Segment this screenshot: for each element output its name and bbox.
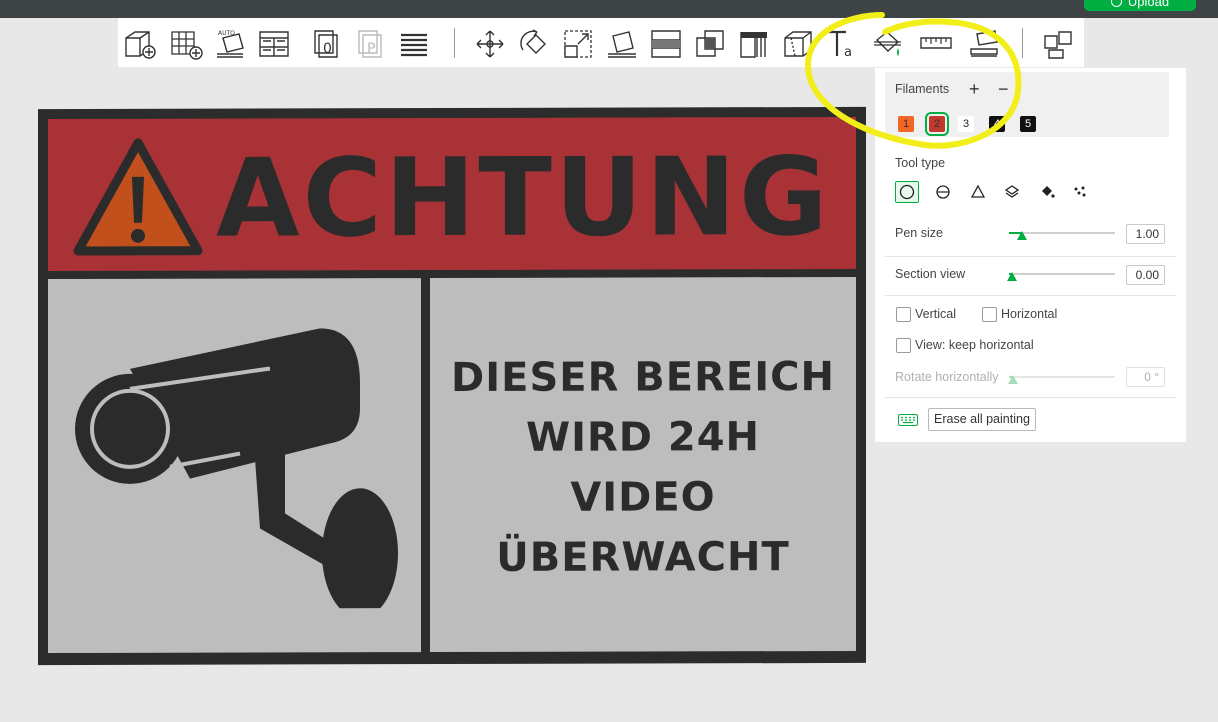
rotate-icon[interactable] (516, 27, 552, 61)
section-view-input[interactable]: 0.00 (1126, 265, 1165, 285)
arrange-icon[interactable] (256, 27, 292, 61)
section-view-label: Section view (895, 267, 966, 281)
tool-type-title: Tool type (895, 156, 946, 170)
vertical-label: Vertical (915, 307, 956, 321)
assembly-icon[interactable] (966, 27, 1002, 61)
filament-swatch-2[interactable]: 2 (925, 112, 949, 136)
filaments-section: Filaments + − 1 2 3 4 5 (885, 72, 1169, 137)
triangle-brush-icon[interactable] (966, 181, 990, 203)
filament-swatch-3[interactable]: 3 (958, 116, 974, 132)
horizontal-label: Horizontal (1001, 307, 1058, 321)
layers-icon[interactable] (396, 27, 432, 61)
upload-icon (1110, 0, 1122, 7)
pen-size-input[interactable]: 1.00 (1126, 224, 1165, 244)
sign-banner: ACHTUNG (48, 116, 856, 272)
color-painting-panel: Filaments + − 1 2 3 4 5 Tool type Pen si… (875, 68, 1186, 442)
support-paint-icon[interactable] (736, 27, 772, 61)
rotate-horizontally-input[interactable]: 0 ° (1126, 367, 1165, 387)
erase-all-painting-button[interactable]: Erase all painting (928, 408, 1036, 431)
filament-swatch-1[interactable]: 1 (898, 116, 914, 132)
filaments-title: Filaments (895, 82, 950, 96)
sign-text-panel: DIESER BEREICH WIRD 24H VIDEO ÜBERWACHT (430, 276, 856, 653)
sign-line: DIESER BEREICH (451, 353, 835, 402)
keyboard-icon[interactable] (898, 414, 918, 426)
sign-body-text: DIESER BEREICH WIRD 24H VIDEO ÜBERWACHT (430, 347, 856, 588)
add-plate-icon[interactable] (168, 27, 204, 61)
filament-swatch-4[interactable]: 4 (989, 116, 1005, 132)
title-bar (0, 0, 1218, 18)
3d-viewport[interactable]: ACHTUNG DIESER BEREICH WIRD 24H VIDEO ÜB… (38, 106, 866, 666)
svg-text:a: a (844, 45, 852, 60)
add-cube-icon[interactable] (122, 27, 158, 61)
sign-model: ACHTUNG DIESER BEREICH WIRD 24H VIDEO ÜB… (38, 106, 866, 666)
upload-button[interactable]: Upload (1084, 0, 1196, 11)
svg-text:0: 0 (323, 41, 332, 57)
seam-paint-icon[interactable] (780, 27, 816, 61)
pen-size-slider[interactable] (1009, 231, 1115, 240)
text-icon[interactable]: a (824, 27, 860, 61)
plate-0-icon[interactable]: 0 (308, 27, 344, 61)
divider (885, 397, 1176, 398)
upload-label: Upload (1127, 0, 1170, 9)
toolbar-separator (1022, 28, 1023, 58)
pen-size-label: Pen size (895, 226, 943, 240)
keep-horizontal-checkbox[interactable] (896, 338, 911, 353)
auto-orient-icon[interactable]: AUTO (212, 27, 248, 61)
filament-swatch-5[interactable]: 5 (1020, 116, 1036, 132)
cut-icon[interactable] (648, 27, 684, 61)
toolbar-separator (454, 28, 455, 58)
sign-line: WIRD 24H (525, 414, 761, 461)
main-toolbar: AUTO 0 P a (118, 18, 1084, 67)
section-view-slider[interactable] (1007, 272, 1115, 281)
remove-filament-button[interactable]: − (998, 79, 1009, 100)
add-filament-button[interactable]: + (969, 79, 980, 100)
rotate-horizontally-slider[interactable] (1008, 375, 1115, 384)
sign-line: ÜBERWACHT (496, 534, 790, 581)
warning-triangle-icon (73, 138, 203, 256)
fill-bucket-icon[interactable] (1035, 181, 1059, 203)
keep-horizontal-label: View: keep horizontal (915, 338, 1034, 352)
color-paint-icon[interactable] (870, 27, 906, 61)
rotate-horizontally-label: Rotate horizontally (895, 370, 999, 384)
plate-p-icon[interactable]: P (352, 27, 388, 61)
divider (885, 256, 1176, 257)
scale-icon[interactable] (560, 27, 596, 61)
horizontal-checkbox[interactable] (982, 307, 997, 322)
sign-line: VIDEO (570, 474, 716, 521)
gap-fill-icon[interactable] (1068, 181, 1092, 203)
vertical-checkbox[interactable] (896, 307, 911, 322)
measure-icon[interactable] (918, 27, 954, 61)
split-parts-icon[interactable] (1040, 27, 1076, 61)
lay-on-face-icon[interactable] (604, 27, 640, 61)
circle-brush-icon[interactable] (895, 181, 919, 203)
svg-text:P: P (367, 41, 375, 57)
divider (885, 295, 1176, 296)
boolean-icon[interactable] (692, 27, 728, 61)
height-range-icon[interactable] (1000, 181, 1024, 203)
security-camera-icon (75, 328, 398, 610)
sign-camera-panel (48, 278, 421, 654)
sphere-brush-icon[interactable] (931, 181, 955, 203)
sign-heading: ACHTUNG (216, 135, 831, 262)
move-icon[interactable] (472, 27, 508, 61)
